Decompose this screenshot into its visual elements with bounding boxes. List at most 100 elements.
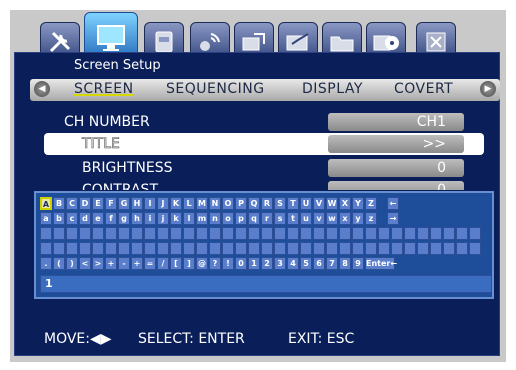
uppercase-key[interactable]: F bbox=[105, 197, 117, 210]
symbol-key[interactable]: . bbox=[40, 257, 52, 270]
symbol-key[interactable]: 3 bbox=[274, 257, 286, 270]
symbol-key[interactable]: 5 bbox=[300, 257, 312, 270]
tab-sequencing[interactable]: SEQUENCING bbox=[166, 81, 265, 97]
blank-key[interactable] bbox=[196, 227, 208, 240]
lowercase-key[interactable]: p bbox=[235, 212, 247, 225]
lowercase-key[interactable]: c bbox=[66, 212, 78, 225]
blank-key[interactable] bbox=[313, 227, 325, 240]
brightness-row[interactable]: BRIGHTNESS 0 bbox=[44, 158, 484, 178]
lowercase-key[interactable]: b bbox=[53, 212, 65, 225]
ch-number-row[interactable]: CH NUMBER CH1 bbox=[44, 112, 484, 132]
blank-key[interactable] bbox=[300, 227, 312, 240]
symbol-key[interactable]: ] bbox=[183, 257, 195, 270]
blank-key[interactable] bbox=[391, 227, 403, 240]
brightness-value[interactable]: 0 bbox=[328, 159, 464, 177]
lowercase-key[interactable]: k bbox=[170, 212, 182, 225]
blank-key[interactable] bbox=[53, 227, 65, 240]
blank-key[interactable] bbox=[79, 242, 91, 255]
blank-key[interactable] bbox=[105, 227, 117, 240]
uppercase-key[interactable]: S bbox=[274, 197, 286, 210]
lowercase-key[interactable]: h bbox=[131, 212, 143, 225]
blank-key[interactable] bbox=[391, 242, 403, 255]
symbol-key[interactable]: 2 bbox=[261, 257, 273, 270]
blank-key[interactable] bbox=[404, 242, 416, 255]
contrast-value[interactable]: 0 bbox=[328, 181, 464, 190]
lowercase-key[interactable]: x bbox=[339, 212, 351, 225]
lowercase-key[interactable]: → bbox=[387, 212, 399, 225]
blank-key[interactable] bbox=[235, 227, 247, 240]
blank-key[interactable] bbox=[92, 242, 104, 255]
lowercase-key[interactable]: n bbox=[209, 212, 221, 225]
blank-key[interactable] bbox=[170, 227, 182, 240]
blank-key[interactable] bbox=[430, 227, 442, 240]
blank-key[interactable] bbox=[53, 242, 65, 255]
blank-key[interactable] bbox=[287, 227, 299, 240]
blank-key[interactable] bbox=[261, 242, 273, 255]
uppercase-key[interactable]: H bbox=[131, 197, 143, 210]
uppercase-key[interactable]: A bbox=[40, 197, 52, 210]
uppercase-key[interactable]: X bbox=[339, 197, 351, 210]
uppercase-key[interactable]: P bbox=[235, 197, 247, 210]
tab-display-menu[interactable]: DISPLAY bbox=[302, 81, 363, 97]
menu-right-button[interactable]: ▶ bbox=[480, 81, 496, 97]
lowercase-key[interactable]: g bbox=[118, 212, 130, 225]
uppercase-key[interactable]: M bbox=[196, 197, 208, 210]
blank-key[interactable] bbox=[313, 242, 325, 255]
blank-key[interactable] bbox=[196, 242, 208, 255]
lowercase-key[interactable]: i bbox=[144, 212, 156, 225]
lowercase-key[interactable]: q bbox=[248, 212, 260, 225]
lowercase-key[interactable]: w bbox=[326, 212, 338, 225]
blank-key[interactable] bbox=[378, 242, 390, 255]
uppercase-key[interactable]: E bbox=[92, 197, 104, 210]
lowercase-key[interactable]: y bbox=[352, 212, 364, 225]
blank-key[interactable] bbox=[40, 242, 52, 255]
blank-key[interactable] bbox=[248, 242, 260, 255]
blank-key[interactable] bbox=[209, 227, 221, 240]
lowercase-key[interactable]: v bbox=[313, 212, 325, 225]
symbol-key[interactable]: 9 bbox=[352, 257, 364, 270]
symbol-key[interactable]: 8 bbox=[339, 257, 351, 270]
blank-key[interactable] bbox=[469, 227, 481, 240]
blank-key[interactable] bbox=[300, 242, 312, 255]
uppercase-key[interactable]: V bbox=[313, 197, 325, 210]
blank-key[interactable] bbox=[235, 242, 247, 255]
uppercase-key[interactable]: J bbox=[157, 197, 169, 210]
symbol-key[interactable]: 1 bbox=[248, 257, 260, 270]
symbol-key[interactable]: + bbox=[105, 257, 117, 270]
uppercase-key[interactable]: Z bbox=[365, 197, 377, 210]
blank-key[interactable] bbox=[92, 227, 104, 240]
uppercase-key[interactable]: O bbox=[222, 197, 234, 210]
uppercase-key[interactable]: Y bbox=[352, 197, 364, 210]
lowercase-key[interactable]: z bbox=[365, 212, 377, 225]
lowercase-key[interactable]: j bbox=[157, 212, 169, 225]
blank-key[interactable] bbox=[183, 242, 195, 255]
blank-key[interactable] bbox=[157, 227, 169, 240]
uppercase-key[interactable]: ← bbox=[387, 197, 399, 210]
blank-key[interactable] bbox=[287, 242, 299, 255]
blank-key[interactable] bbox=[417, 227, 429, 240]
uppercase-key[interactable]: T bbox=[287, 197, 299, 210]
blank-key[interactable] bbox=[183, 227, 195, 240]
lowercase-key[interactable]: r bbox=[261, 212, 273, 225]
blank-key[interactable] bbox=[144, 227, 156, 240]
lowercase-key[interactable]: u bbox=[300, 212, 312, 225]
uppercase-key[interactable]: Q bbox=[248, 197, 260, 210]
blank-key[interactable] bbox=[443, 242, 455, 255]
blank-key[interactable] bbox=[352, 242, 364, 255]
blank-key[interactable] bbox=[118, 227, 130, 240]
title-row[interactable]: TITLE >> bbox=[44, 133, 484, 155]
uppercase-key[interactable]: I bbox=[144, 197, 156, 210]
symbol-key[interactable]: ? bbox=[209, 257, 221, 270]
blank-key[interactable] bbox=[274, 227, 286, 240]
blank-key[interactable] bbox=[352, 227, 364, 240]
uppercase-key[interactable]: K bbox=[170, 197, 182, 210]
blank-key[interactable] bbox=[443, 227, 455, 240]
lowercase-key[interactable]: o bbox=[222, 212, 234, 225]
uppercase-key[interactable]: G bbox=[118, 197, 130, 210]
symbol-key[interactable]: - bbox=[118, 257, 130, 270]
blank-key[interactable] bbox=[365, 227, 377, 240]
blank-key[interactable] bbox=[456, 227, 468, 240]
blank-key[interactable] bbox=[326, 242, 338, 255]
uppercase-key[interactable]: D bbox=[79, 197, 91, 210]
blank-key[interactable] bbox=[79, 227, 91, 240]
